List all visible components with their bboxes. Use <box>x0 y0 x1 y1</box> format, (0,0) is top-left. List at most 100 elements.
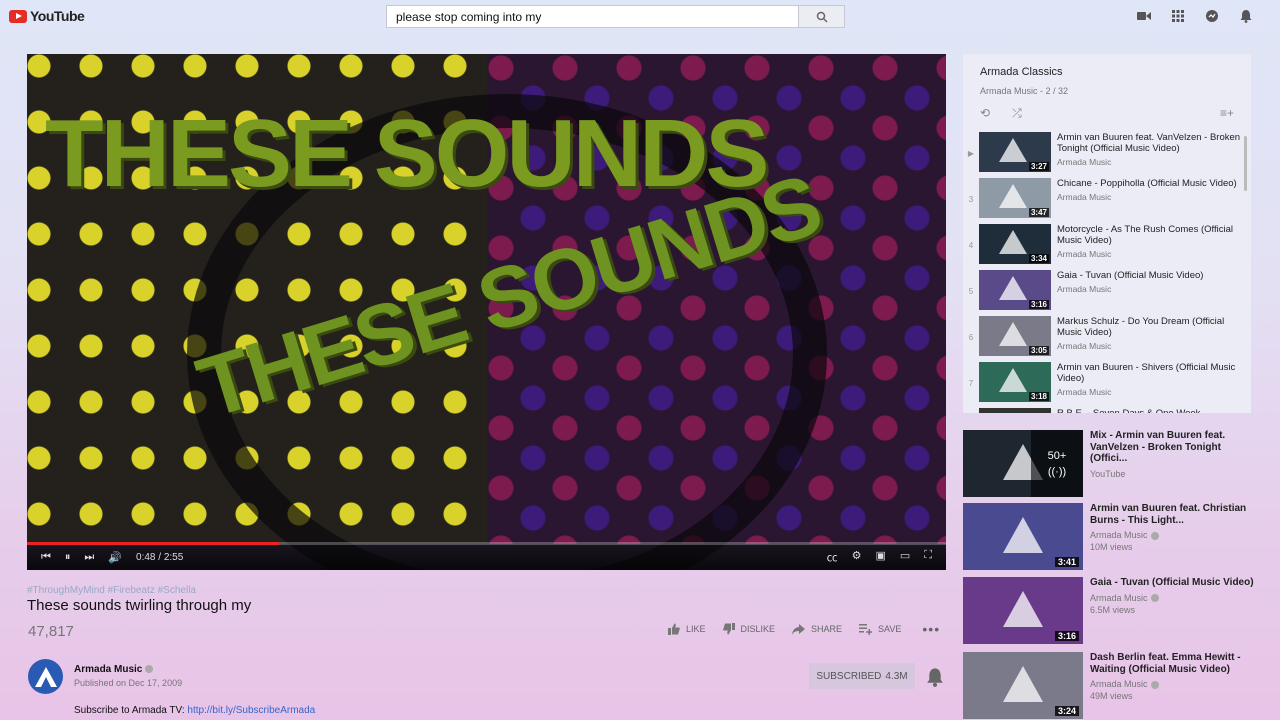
recommended-video[interactable]: 3:41 Armin van Buuren feat. Christian Bur… <box>963 503 1263 570</box>
fullscreen-icon[interactable]: ⛶ <box>924 549 932 565</box>
video-player[interactable]: THESE SOUNDS THESE SOUNDS ⏮ ⏸ ⏭ 🔊 0:48 /… <box>27 54 946 570</box>
channel-avatar[interactable] <box>28 659 63 694</box>
recommended-views: 6.5M views <box>1090 604 1136 615</box>
subscribed-button[interactable]: SUBSCRIBED 4.3M <box>809 663 915 689</box>
playlist-item[interactable]: 6 3:05 Markus Schulz - Do You Dream (Offic… <box>963 316 1251 362</box>
recommended-video[interactable]: 3:16 Gaia - Tuvan (Official Music Video) A… <box>963 577 1263 644</box>
mix-overlay: 50+ ((·)) <box>1031 430 1083 497</box>
save-button[interactable]: SAVE <box>859 623 902 635</box>
shuffle-icon[interactable]: ⤮ <box>1012 106 1022 121</box>
playlist-scrollbar[interactable] <box>1244 136 1247 191</box>
playlist-item-index: 5 <box>968 287 974 296</box>
verified-check-icon <box>1150 594 1159 603</box>
duration-badge: 3:24 <box>1054 706 1079 716</box>
verified-check-icon <box>145 665 154 674</box>
armada-watermark-icon <box>999 184 1027 208</box>
recommended-thumbnail: 50+ ((·)) <box>963 430 1083 497</box>
save-playlist-icon[interactable]: ≡+ <box>1220 106 1234 121</box>
subscribe-link[interactable]: http://bit.ly/SubscribeArmada <box>187 705 315 716</box>
playlist-item-title: Armin van Buuren feat. VanVelzen - Broke… <box>1057 132 1241 154</box>
playlist-item-index: 6 <box>968 333 974 342</box>
duration-badge: 3:05 <box>1028 346 1049 355</box>
armada-watermark-icon <box>1003 591 1043 627</box>
playlist-panel: Armada Classics Armada Music - 2 / 32 ⟲ … <box>963 54 1251 413</box>
video-actions: LIKE DISLIKE SHARE SAVE ••• <box>668 621 940 637</box>
recommended-views: 10M views <box>1090 542 1133 552</box>
right-controls: ㏄ ⚙ ▣ ▭ ⛶ <box>827 549 932 565</box>
playlist-item-thumbnail: 3:18 <box>979 362 1051 402</box>
video-hashtags[interactable]: #ThroughMyMind #Firebeatz #Schella <box>27 585 196 596</box>
duration-badge: 3:47 <box>1028 208 1049 217</box>
notifications-bell-icon[interactable] <box>1238 8 1254 24</box>
loop-icon[interactable]: ⟲ <box>980 106 990 121</box>
playlist-item[interactable]: 7 3:18 Armin van Buuren - Shivers (Officia… <box>963 362 1251 408</box>
channel-bell-icon[interactable] <box>926 667 944 692</box>
previous-icon[interactable]: ⏮ <box>41 551 51 564</box>
subscriber-count: 4.3M <box>885 670 908 682</box>
playlist-item-thumbnail: 3:34 <box>979 224 1051 264</box>
like-label: LIKE <box>686 624 706 634</box>
search-button[interactable] <box>799 5 845 28</box>
recommended-thumbnail: 3:41 <box>963 503 1083 570</box>
recommended-channel: Armada Music <box>1090 530 1255 540</box>
subscribe-text: Subscribe to Armada TV: <box>74 705 185 716</box>
playlist-item-title: Armin van Buuren - Shivers (Official Mus… <box>1057 362 1236 384</box>
youtube-play-icon <box>9 9 27 23</box>
dislike-button[interactable]: DISLIKE <box>722 623 775 635</box>
like-button[interactable]: LIKE <box>668 623 706 635</box>
playlist-item-title: Markus Schulz - Do You Dream (Official M… <box>1057 316 1225 338</box>
video-title: These sounds twirling through my <box>27 597 252 614</box>
thumbs-down-icon <box>722 623 735 635</box>
duration-badge: 3:16 <box>1054 631 1079 641</box>
share-arrow-icon <box>792 623 806 635</box>
duration-badge: 3:41 <box>1054 557 1079 567</box>
next-icon[interactable]: ⏭ <box>84 551 94 564</box>
share-button[interactable]: SHARE <box>792 623 842 635</box>
apps-grid-icon[interactable] <box>1170 8 1186 24</box>
playlist-item[interactable]: R.B.E. - Seven Days & One Week <box>963 408 1251 413</box>
recommended-text: Armin van Buuren feat. Christian Burns -… <box>1090 503 1255 570</box>
playlist-item[interactable]: 5 3:16 Gaia - Tuvan (Official Music Video)… <box>963 270 1251 316</box>
playlist-item[interactable]: 3 3:47 Chicane - Poppiholla (Official Musi… <box>963 178 1251 224</box>
playlist-title[interactable]: Armada Classics <box>980 66 1063 78</box>
playlist-owner[interactable]: Armada Music <box>980 86 1038 96</box>
youtube-logo[interactable]: YouTube <box>9 8 85 24</box>
mix-count: 50+ <box>1047 449 1067 462</box>
miniplayer-icon[interactable]: ▣ <box>875 549 885 565</box>
more-actions-icon[interactable]: ••• <box>922 621 940 637</box>
messages-icon[interactable] <box>1204 8 1220 24</box>
playlist-item[interactable]: ▶ 3:27 Armin van Buuren feat. VanVelzen - … <box>963 132 1251 178</box>
recommended-channel-name: YouTube <box>1090 468 1126 479</box>
player-controls: ⏮ ⏸ ⏭ 🔊 0:48 / 2:55 ㏄ ⚙ ▣ ▭ ⛶ <box>27 544 946 570</box>
playlist-item-index: 4 <box>968 241 974 250</box>
view-count: 47,817 <box>28 623 74 640</box>
create-video-icon[interactable] <box>1136 8 1152 24</box>
channel-name[interactable]: Armada Music <box>74 664 154 675</box>
playlist-item[interactable]: 4 3:34 Motorcycle - As The Rush Comes (Off… <box>963 224 1251 270</box>
theater-mode-icon[interactable]: ▭ <box>900 549 910 565</box>
pause-icon[interactable]: ⏸ <box>65 551 71 564</box>
recommended-video[interactable]: 50+ ((·)) Mix - Armin van Buuren feat. Van… <box>963 430 1263 497</box>
volume-icon[interactable]: 🔊 <box>108 551 122 564</box>
save-label: SAVE <box>878 624 902 634</box>
duration-badge: 3:27 <box>1028 162 1049 171</box>
search-input[interactable] <box>386 5 799 28</box>
playlist-item-thumbnail <box>979 408 1051 413</box>
recommended-title: Mix - Armin van Buuren feat. VanVelzen -… <box>1090 430 1226 464</box>
recommended-title: Gaia - Tuvan (Official Music Video) <box>1090 577 1254 588</box>
recommended-thumbnail: 3:24 <box>963 652 1083 719</box>
verified-check-icon <box>1150 680 1159 689</box>
verified-check-icon <box>1150 531 1159 540</box>
armada-watermark-icon <box>1003 517 1043 553</box>
captions-icon[interactable]: ㏄ <box>827 549 838 565</box>
add-to-playlist-icon <box>859 623 873 635</box>
duration-badge: 3:16 <box>1028 300 1049 309</box>
recommended-channel: Armada Music <box>1090 593 1255 603</box>
search-icon <box>816 11 828 23</box>
playlist-item-index: 3 <box>968 195 974 204</box>
recommended-channel-name: Armada Music <box>1090 592 1148 603</box>
settings-gear-icon[interactable]: ⚙ <box>852 549 862 565</box>
recommended-title: Dash Berlin feat. Emma Hewitt - Waiting … <box>1090 652 1241 675</box>
recommended-video[interactable]: 3:24 Dash Berlin feat. Emma Hewitt - Wait… <box>963 652 1263 719</box>
recommended-thumbnail: 3:16 <box>963 577 1083 644</box>
